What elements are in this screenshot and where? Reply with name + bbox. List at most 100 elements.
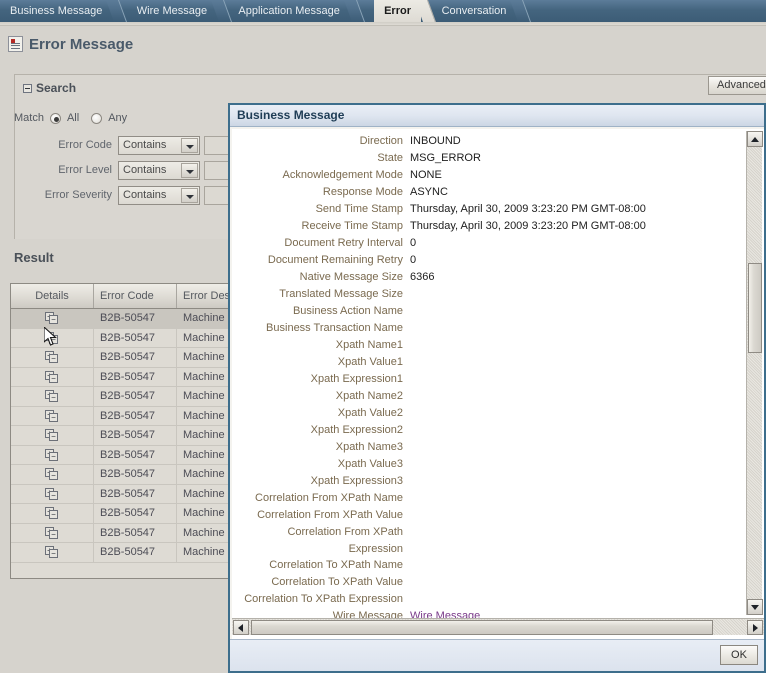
advanced-button[interactable]: Advanced [708,76,766,95]
row-details-cell[interactable]: +− [11,406,94,425]
scroll-left-icon[interactable] [233,620,249,635]
row-details-cell[interactable]: +− [11,426,94,445]
dialog-vertical-scrollbar[interactable] [746,131,763,615]
column-header-error-code[interactable]: Error Code [94,284,177,308]
row-details-cell[interactable]: +− [11,484,94,503]
tab-error[interactable]: Error [374,0,421,22]
search-section-header[interactable]: Search [23,81,76,95]
expand-plus-icon[interactable]: +− [45,351,59,364]
row-error-code: B2B-50547 [94,465,177,484]
message-field-row: Business Transaction Name [232,320,732,337]
message-field-row: Document Remaining Retry 0 [232,252,732,269]
message-field-row: Correlation From XPath Name [232,490,732,507]
row-details-cell[interactable]: +− [11,445,94,464]
scroll-down-icon[interactable] [747,599,763,615]
message-field-row: Document Retry Interval 0 [232,235,732,252]
message-field-row: Business Action Name [232,303,732,320]
tab-label: Conversation [441,5,507,17]
expand-plus-icon[interactable]: +− [45,526,59,539]
expand-plus-icon[interactable]: +− [45,331,59,344]
error-level-operator-select[interactable]: Contains [118,160,200,180]
field-label: Correlation To XPath Name [269,559,403,572]
expand-plus-icon[interactable]: +− [45,468,59,481]
field-label: Acknowledgement Mode [282,169,403,181]
chevron-down-icon[interactable] [181,137,198,153]
field-label: State [377,152,403,164]
main-tab-bar: Business Message Wire Message Application … [0,0,766,22]
expand-plus-icon[interactable]: +− [45,409,59,422]
error-severity-label: Error Severity [44,189,112,201]
radio-match-any[interactable] [91,112,103,124]
chevron-down-icon[interactable] [181,187,198,203]
expand-plus-icon[interactable]: +− [45,507,59,520]
expand-plus-icon[interactable]: +− [45,370,59,383]
app-screen: Business Message Wire Message Application … [0,0,766,673]
row-details-cell[interactable]: +− [11,328,94,347]
tab-label: Business Message [10,5,103,17]
field-label: Xpath Value2 [337,407,403,419]
row-details-cell[interactable]: +− [11,523,94,542]
dialog-horizontal-scrollbar[interactable] [232,618,764,635]
row-details-cell[interactable]: +− [11,367,94,386]
row-details-cell[interactable]: +− [11,348,94,367]
error-severity-operator-select[interactable]: Contains [118,185,200,205]
tab-business-message[interactable]: Business Message [0,0,112,22]
scroll-right-icon[interactable] [747,620,763,635]
message-field-row: Correlation From XPath Expression [232,524,732,557]
message-field-row: Correlation From XPath Value [232,507,732,524]
row-details-cell[interactable]: +− [11,387,94,406]
message-field-row: Direction INBOUND [232,133,732,150]
message-field-row: Xpath Name2 [232,388,732,405]
field-value: NONE [410,169,442,181]
field-label: Correlation To XPath Value [271,576,403,589]
row-details-cell[interactable]: +− [11,504,94,523]
row-details-cell[interactable]: +− [11,465,94,484]
expand-plus-icon[interactable]: +− [45,429,59,442]
ok-button[interactable]: OK [720,645,758,665]
expand-plus-icon[interactable]: +− [45,448,59,461]
field-value: Thursday, April 30, 2009 3:23:20 PM GMT-… [410,220,646,232]
field-label: Direction [359,135,403,147]
field-label: Receive Time Stamp [301,220,403,232]
collapse-minus-icon[interactable] [23,83,32,93]
field-label: Xpath Value3 [337,458,403,470]
chevron-down-icon[interactable] [181,162,198,178]
row-details-cell[interactable]: +− [11,309,94,328]
message-field-row: Xpath Name3 [232,439,732,456]
message-field-row: Receive Time Stamp Thursday, April 30, 20… [232,218,732,235]
expand-plus-icon[interactable]: +− [45,487,59,500]
tab-application-message[interactable]: Application Message [228,0,350,22]
row-error-code: B2B-50547 [94,426,177,445]
radio-match-all[interactable] [49,112,61,124]
field-label: Correlation From XPath Name [255,492,403,504]
row-error-code: B2B-50547 [94,367,177,386]
match-label: Match [14,112,44,124]
field-value: Thursday, April 30, 2009 3:23:20 PM GMT-… [410,203,646,215]
field-label: Correlation To XPath Expression [244,593,403,606]
message-field-row: Translated Message Size [232,286,732,303]
page-title: Error Message [8,32,133,56]
field-value: ASYNC [410,186,448,198]
field-value: INBOUND [410,135,461,147]
field-label: Xpath Name1 [335,339,403,351]
expand-plus-icon[interactable]: +− [45,312,59,325]
message-field-row: Xpath Value1 [232,354,732,371]
tab-wire-message[interactable]: Wire Message [127,0,217,22]
vertical-scrollbar-thumb[interactable] [748,263,762,353]
error-code-operator-select[interactable]: Contains [118,135,200,155]
field-label: Translated Message Size [279,288,403,300]
dialog-title: Business Message [230,105,764,127]
column-header-details[interactable]: Details [11,284,94,308]
message-field-row: Xpath Value3 [232,456,732,473]
horizontal-scrollbar-thumb[interactable] [251,620,713,635]
error-level-operator-value: Contains [123,163,167,176]
dialog-footer: OK [230,639,764,671]
expand-plus-icon[interactable]: +− [45,390,59,403]
field-label: Xpath Name2 [335,390,403,402]
field-value: 0 [410,237,417,249]
tab-conversation[interactable]: Conversation [432,0,517,22]
scroll-up-icon[interactable] [747,131,763,147]
row-details-cell[interactable]: +− [11,543,94,562]
error-severity-operator-value: Contains [123,188,167,201]
expand-plus-icon[interactable]: +− [45,546,59,559]
